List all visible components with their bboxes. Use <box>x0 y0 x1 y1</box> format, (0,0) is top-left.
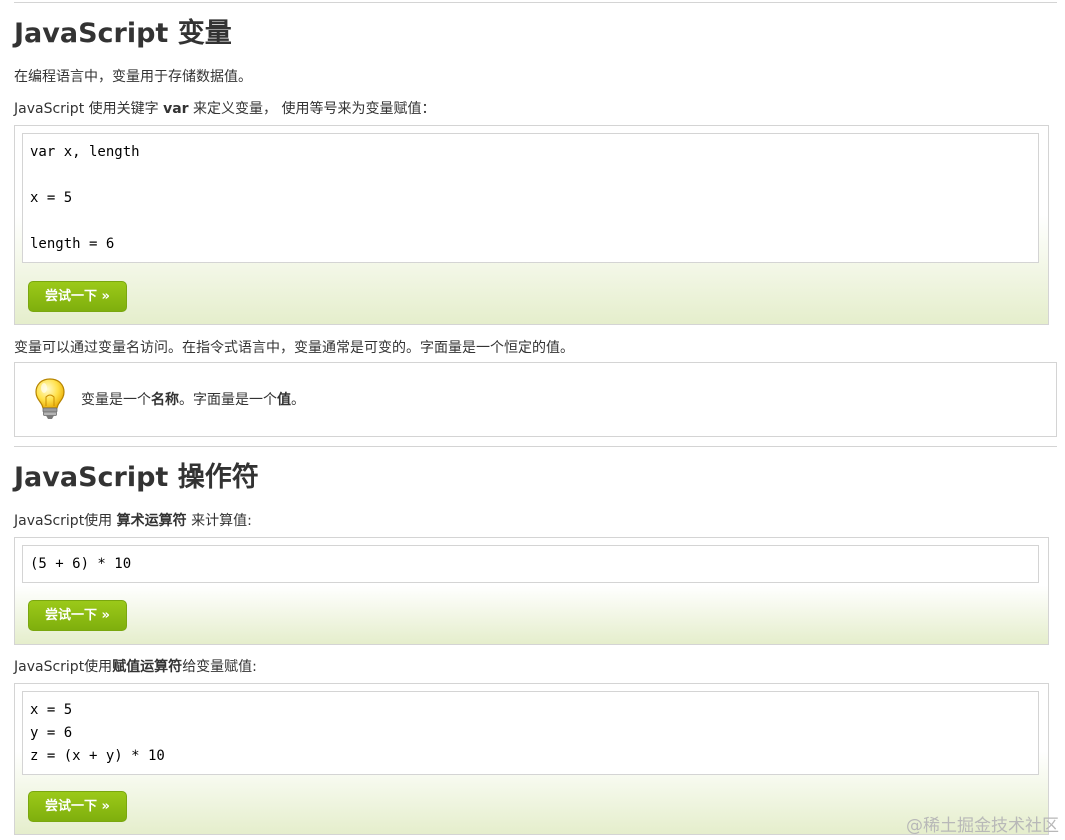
arith-pre: JavaScript使用 <box>14 513 117 529</box>
code-line: (5 + 6) * 10 <box>30 556 132 572</box>
arith-example-box: (5 + 6) * 10 尝试一下 » <box>14 537 1049 645</box>
assign-bold: 赋值运算符 <box>112 659 183 675</box>
define-keyword: var <box>163 101 189 117</box>
variables-intro: 在编程语言中，变量用于存储数据值。 <box>14 69 252 85</box>
assign-code-block: x = 5 y = 6 z = (x + y) * 10 <box>22 691 1039 775</box>
code-line: y = 6 <box>30 725 73 741</box>
try-it-button[interactable]: 尝试一下 » <box>28 600 127 631</box>
code-line: length = 6 <box>30 236 115 252</box>
operators-assign-text: JavaScript使用赋值运算符给变量赋值: <box>14 657 257 677</box>
code-line: z = (x + y) * 10 <box>30 748 165 764</box>
variables-access-text: 变量可以通过变量名访问。在指令式语言中，变量通常是可变的。字面量是一个恒定的值。 <box>14 340 574 356</box>
arith-post: 来计算值: <box>186 513 252 529</box>
tip-post: 。 <box>291 392 305 408</box>
assign-post: 给变量赋值: <box>182 659 257 675</box>
assign-example-box: x = 5 y = 6 z = (x + y) * 10 尝试一下 » <box>14 683 1049 835</box>
try-it-button[interactable]: 尝试一下 » <box>28 281 127 312</box>
code-line: x = 5 <box>30 702 73 718</box>
assign-pre: JavaScript使用 <box>14 659 113 675</box>
variables-define-text: JavaScript 使用关键字 var 来定义变量， 使用等号来为变量赋值： <box>14 99 435 119</box>
watermark: @稀土掘金技术社区 <box>906 816 1059 836</box>
tip-mid: 。字面量是一个 <box>179 392 277 408</box>
variables-heading: JavaScript 变量 <box>14 18 232 49</box>
define-post: 来定义变量， 使用等号来为变量赋值： <box>188 101 436 117</box>
variables-example-box: var x, length x = 5 length = 6 尝试一下 » <box>14 125 1049 325</box>
try-it-button[interactable]: 尝试一下 » <box>28 791 127 822</box>
variables-code-block: var x, length x = 5 length = 6 <box>22 133 1039 263</box>
page: JavaScript 变量 在编程语言中，变量用于存储数据值。 JavaScri… <box>0 0 1065 840</box>
operators-heading: JavaScript 操作符 <box>14 462 259 493</box>
arith-bold: 算术运算符 <box>116 513 187 529</box>
tip-box: 变量是一个名称。字面量是一个值。 <box>14 362 1057 437</box>
define-pre: JavaScript 使用关键字 <box>14 101 164 117</box>
tip-text: 变量是一个名称。字面量是一个值。 <box>81 390 305 410</box>
top-divider <box>14 2 1057 3</box>
lightbulb-icon <box>35 378 65 419</box>
tip-bold-name: 名称 <box>151 392 179 408</box>
tip-bold-value: 值 <box>277 392 291 408</box>
operators-arith-text: JavaScript使用 算术运算符 来计算值: <box>14 511 252 531</box>
code-line: var x, length <box>30 144 140 160</box>
arith-code-block: (5 + 6) * 10 <box>22 545 1039 583</box>
code-line: x = 5 <box>30 190 73 206</box>
tip-pre: 变量是一个 <box>81 392 151 408</box>
section-divider <box>14 446 1057 447</box>
